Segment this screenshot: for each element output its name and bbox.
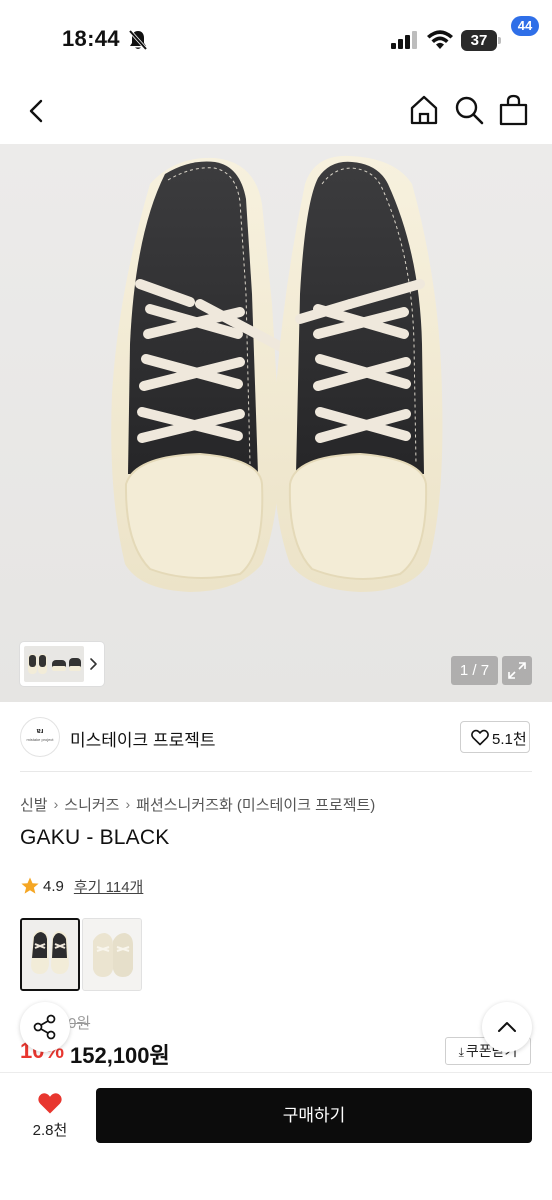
gallery-thumbnails — [24, 646, 84, 682]
share-icon — [33, 1014, 56, 1040]
status-bar: 18:44 37 — [0, 0, 552, 78]
original-price: 0원 — [68, 1015, 91, 1032]
color-option-black[interactable] — [20, 918, 80, 991]
gallery-thumbnail-strip[interactable] — [20, 642, 104, 686]
bell-off-icon — [128, 29, 148, 51]
sneaker-photo — [111, 155, 443, 592]
image-pager: 1 / 7 — [451, 656, 498, 685]
rating-value: 4.9 — [43, 877, 64, 895]
brand-like-button[interactable]: 5.1천 — [460, 721, 530, 753]
cart-icon[interactable] — [498, 94, 532, 126]
brand-logo[interactable]: ɐɹ mistake project — [20, 717, 60, 757]
wifi-icon — [427, 30, 453, 49]
breadcrumb-item[interactable]: 스니커즈 — [64, 794, 119, 815]
home-icon[interactable] — [408, 94, 440, 126]
heart-filled-icon[interactable] — [37, 1091, 63, 1115]
option-image-cream — [83, 919, 141, 990]
signal-icon — [391, 31, 417, 49]
thumbnail-photo — [28, 654, 81, 674]
left-shoe — [111, 157, 295, 592]
brand-logo-text: ɐɹ — [36, 728, 44, 735]
breadcrumb: 신발 › 스니커즈 › 패션스니커즈화 (미스테이크 프로젝트) — [20, 793, 375, 815]
brand-logo-subtext: mistake project — [26, 737, 54, 742]
battery-cap — [498, 37, 501, 44]
download-icon: ⤓ — [458, 1045, 464, 1059]
bottom-action-bar: 2.8천 구매하기 — [0, 1072, 552, 1200]
buy-button[interactable]: 구매하기 — [96, 1088, 532, 1143]
status-time: 18:44 — [62, 26, 120, 51]
star-icon — [21, 877, 39, 894]
battery-level: 37 — [461, 30, 497, 51]
cart-badge: 44 — [511, 16, 539, 36]
color-option-cream[interactable] — [82, 918, 142, 991]
right-shoe — [273, 155, 443, 592]
wish-count: 2.8천 — [32, 1122, 68, 1139]
chevron-right-icon — [90, 658, 97, 670]
back-icon[interactable] — [22, 96, 52, 126]
breadcrumb-item[interactable]: 패션스니커즈화 (미스테이크 프로젝트) — [136, 794, 375, 815]
chevron-up-icon — [498, 1022, 516, 1032]
expand-icon — [508, 662, 526, 679]
battery-icon: 37 — [461, 30, 501, 51]
nav-bar — [0, 78, 552, 144]
product-image[interactable]: 1 / 7 — [0, 144, 552, 702]
sale-price: 152,100원 — [70, 1043, 170, 1068]
search-icon[interactable] — [453, 94, 485, 126]
brand-like-count: 5.1천 — [492, 731, 527, 748]
option-image-black — [22, 920, 78, 989]
chevron-right-icon: › — [125, 796, 131, 812]
chevron-right-icon: › — [53, 796, 59, 812]
expand-button[interactable] — [502, 656, 532, 685]
brand-name[interactable]: 미스테이크 프로젝트 — [70, 726, 215, 751]
share-button[interactable] — [20, 1002, 70, 1052]
divider — [20, 771, 532, 772]
breadcrumb-item[interactable]: 신발 — [20, 794, 48, 815]
heart-outline-icon — [471, 729, 489, 746]
rating-row: 4.9 후기 114개 — [20, 874, 143, 898]
brand-row[interactable]: ɐɹ mistake project 미스테이크 프로젝트 5.1천 — [0, 702, 552, 772]
review-link[interactable]: 후기 114개 — [74, 876, 143, 897]
scroll-top-button[interactable] — [482, 1002, 532, 1052]
product-title: GAKU - BLACK — [20, 826, 170, 849]
